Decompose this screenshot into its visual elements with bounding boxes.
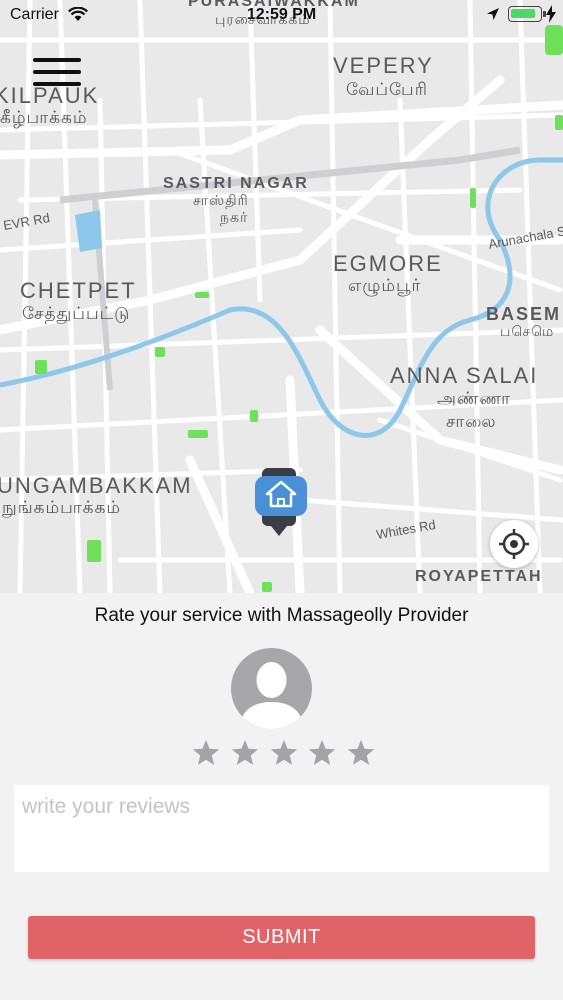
status-time: 12:59 PM	[246, 6, 317, 23]
map-label-vepery: VEPERY	[333, 53, 434, 78]
map-label-basem: BASEM	[486, 304, 562, 324]
locate-me-button[interactable]	[490, 520, 538, 568]
crosshair-locate-icon	[499, 529, 529, 559]
hamburger-menu-icon[interactable]	[33, 58, 81, 94]
map-label-egmore: EGMORE	[333, 251, 443, 276]
map-label-vepery-ta: வேப்பேரி	[346, 80, 428, 100]
map-label-anna-salai-ta1: அண்ணா	[437, 389, 512, 409]
map-view[interactable]: PURASAIWAKKAM புரசைவாக்கம் VEPERY வேப்பே…	[0, 0, 563, 593]
map-label-anna-salai-ta2: சாலை	[446, 412, 497, 432]
charging-bolt-icon	[546, 5, 556, 23]
location-arrow-icon	[487, 8, 499, 20]
map-label-sastri-nagar: SASTRI NAGAR	[163, 175, 309, 192]
rating-title: Rate your service with Massageolly Provi…	[94, 605, 469, 626]
map-label-nungambakkam: UNGAMBAKKAM	[0, 473, 193, 498]
submit-button[interactable]: SUBMIT	[28, 916, 535, 959]
map-label-basem-ta: பசெமெ	[500, 324, 555, 340]
star-icon[interactable]	[269, 738, 299, 768]
star-icon[interactable]	[191, 738, 221, 768]
map-label-kilpauk-ta: கீழ்பாக்கம்	[0, 108, 88, 128]
star-icon[interactable]	[346, 738, 376, 768]
star-rating[interactable]	[191, 738, 376, 774]
map-label-chetpet: CHETPET	[20, 278, 137, 303]
map-label-sastri-nagar-ta2: நகர்	[220, 210, 249, 226]
map-label-chetpet-ta: சேத்துப்பட்டு	[22, 304, 131, 324]
status-bar: Carrier 12:59 PM	[0, 0, 563, 30]
review-input[interactable]	[14, 785, 549, 872]
battery-icon	[508, 6, 542, 22]
map-label-royapettah: ROYAPETTAH	[415, 568, 543, 585]
star-icon[interactable]	[230, 738, 260, 768]
star-icon[interactable]	[307, 738, 337, 768]
user-silhouette-icon	[239, 662, 304, 729]
avatar	[231, 648, 312, 729]
map-label-anna-salai: ANNA SALAI	[390, 363, 539, 388]
map-label-egmore-ta: எழும்பூர்	[348, 276, 422, 296]
map-label-sastri-nagar-ta1: சாஸ்திரி	[193, 193, 249, 209]
battery-fill	[511, 9, 535, 18]
map-label-nungambakkam-ta: நுங்கம்பாக்கம்	[2, 498, 122, 518]
